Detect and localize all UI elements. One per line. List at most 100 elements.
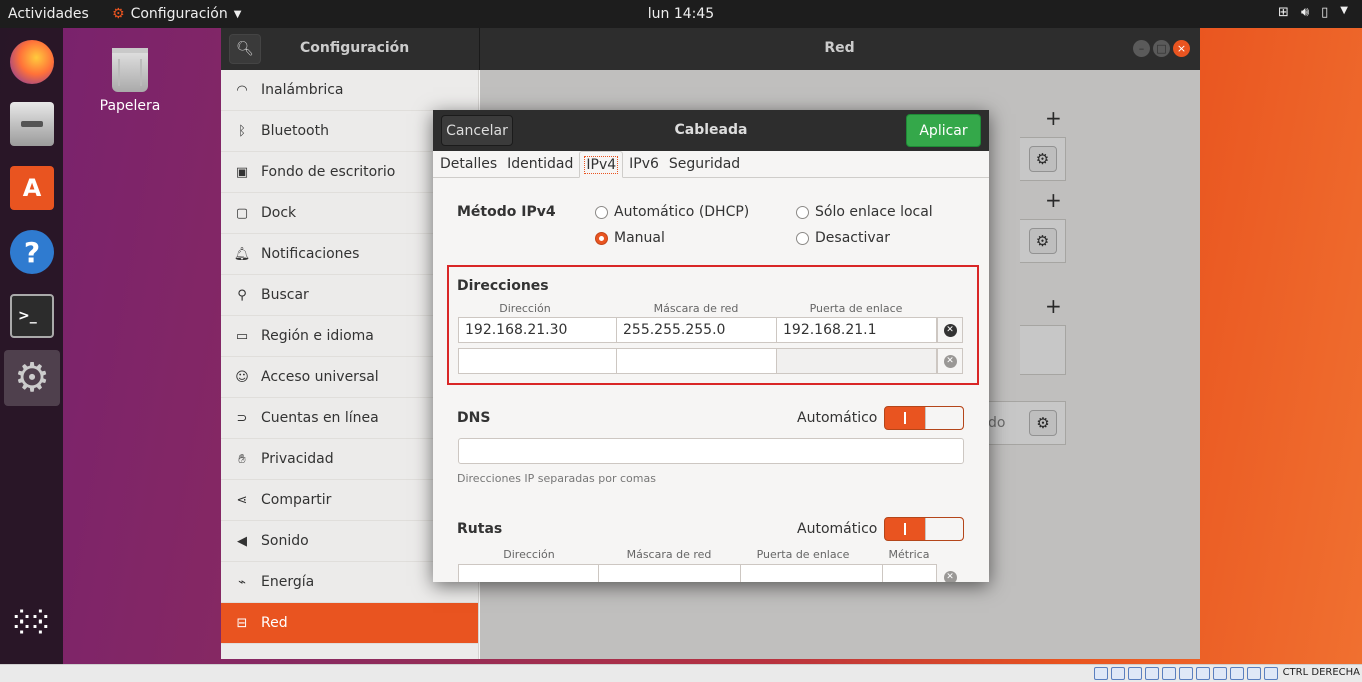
sidebar-item-label: Bluetooth — [261, 123, 329, 139]
hand-icon: ✋︎ — [238, 451, 246, 467]
gateway-input-empty[interactable] — [776, 348, 937, 374]
help-icon: ? — [10, 230, 54, 274]
audio-icon[interactable] — [1128, 667, 1142, 680]
cpu-icon[interactable] — [1230, 667, 1244, 680]
file-cabinet-icon — [10, 102, 54, 146]
network-adapter-icon[interactable] — [1145, 667, 1159, 680]
routes-label: Rutas — [457, 521, 503, 537]
search-button[interactable]: 🔍︎ — [229, 34, 261, 64]
proxy-status-partial: do — [988, 415, 1006, 431]
radio-link-local[interactable]: Sólo enlace local — [796, 204, 933, 220]
add-proxy-icon[interactable]: + — [1045, 294, 1062, 318]
firefox-icon — [10, 40, 54, 84]
maximize-icon[interactable]: □ — [1153, 40, 1170, 57]
wifi-icon: ◠ — [236, 82, 248, 98]
download-icon[interactable] — [1264, 667, 1278, 680]
clock[interactable]: lun 14:45 — [0, 6, 1362, 22]
software-store-icon: A — [10, 166, 54, 210]
tab-detalles[interactable]: Detalles — [436, 151, 501, 178]
sidebar-item-label: Privacidad — [261, 451, 334, 467]
tab-ipv6[interactable]: IPv6 — [625, 151, 663, 178]
window-controls: – □ × — [1133, 40, 1190, 57]
netmask-column-header: Máscara de red — [653, 302, 739, 315]
sidebar-item-label: Fondo de escritorio — [261, 164, 396, 180]
route-gateway-input[interactable] — [740, 564, 883, 582]
speaker-icon: ◀︎ — [237, 533, 247, 549]
sidebar-item-label: Región e idioma — [261, 328, 374, 344]
tab-ipv4[interactable]: IPv4 — [579, 151, 624, 178]
dns-auto-switch[interactable] — [884, 406, 964, 430]
gear-icon[interactable]: ⚙ — [1028, 228, 1057, 254]
apply-button[interactable]: Aplicar — [906, 114, 981, 147]
tab-seguridad[interactable]: Seguridad — [665, 151, 744, 178]
radio-manual[interactable]: Manual — [595, 230, 665, 246]
route-netmask-input[interactable] — [598, 564, 741, 582]
switch-knob — [925, 407, 963, 429]
tab-label: Identidad — [507, 156, 574, 172]
usb-devices-icon[interactable] — [1162, 667, 1176, 680]
gear-icon[interactable]: ⚙ — [1029, 410, 1057, 436]
gateway-input[interactable]: 192.168.21.1 — [776, 317, 937, 343]
chevron-down-icon: ▼ — [1340, 5, 1348, 16]
minimize-icon[interactable]: – — [1133, 40, 1150, 57]
system-tray[interactable]: ⊞ 🔊︎ ▯ ▼ — [1278, 5, 1348, 20]
route-address-input[interactable] — [458, 564, 599, 582]
sidebar-item-label: Buscar — [261, 287, 309, 303]
display-icon[interactable] — [1196, 667, 1210, 680]
video-capture-icon[interactable] — [1213, 667, 1227, 680]
ipv4-method-label: Método IPv4 — [457, 204, 556, 220]
sidebar-item-label: Cuentas en línea — [261, 410, 379, 426]
add-connection-icon[interactable]: + — [1045, 106, 1062, 130]
desktop-trash[interactable]: Papelera — [95, 48, 165, 114]
terminal-icon: >_ — [10, 294, 54, 338]
dock-terminal[interactable]: >_ — [4, 288, 60, 344]
optical-drive-icon[interactable] — [1111, 667, 1125, 680]
sidebar-item-inalambrica[interactable]: ◠ Inalámbrica — [221, 70, 478, 111]
top-bar: Actividades ⚙ Configuración ▼ lun 14:45 … — [0, 0, 1362, 28]
add-vpn-icon[interactable]: + — [1045, 188, 1062, 212]
cancel-button[interactable]: Cancelar — [441, 115, 513, 146]
radio-disable[interactable]: Desactivar — [796, 230, 890, 246]
addresses-label: Direcciones — [457, 278, 549, 294]
shared-folders-icon[interactable] — [1179, 667, 1193, 680]
sidebar-item-label: Red — [261, 615, 288, 631]
route-metric-input[interactable] — [882, 564, 937, 582]
vm-device-icons — [1094, 667, 1278, 680]
sidebar-item-label: Dock — [261, 205, 297, 221]
usb-icon[interactable] — [1094, 667, 1108, 680]
sidebar-item-label: Acceso universal — [261, 369, 379, 385]
routes-auto-switch[interactable] — [884, 517, 964, 541]
route-address-header: Dirección — [503, 548, 555, 561]
tab-identidad[interactable]: Identidad — [503, 151, 577, 178]
address-input-empty[interactable] — [458, 348, 617, 374]
netmask-input-empty[interactable] — [616, 348, 777, 374]
dock-software[interactable]: A — [4, 160, 60, 216]
settings-wrench-icon: ⚙ — [14, 355, 50, 401]
accessibility-icon: ☺ — [235, 369, 249, 385]
sidebar-item-red[interactable]: ⊟ Red — [221, 603, 478, 644]
proxy-settings-card: do ⚙ — [986, 401, 1066, 445]
route-gateway-header: Puerta de enlace — [756, 548, 850, 561]
dock-help[interactable]: ? — [4, 224, 60, 280]
gear-icon[interactable]: ⚙ — [1028, 146, 1057, 172]
proxy-card — [1020, 325, 1066, 375]
dock-firefox[interactable] — [4, 34, 60, 90]
radio-label: Desactivar — [815, 230, 890, 246]
radio-dhcp[interactable]: Automático (DHCP) — [595, 204, 749, 220]
show-applications-button[interactable]: ⁘⁘ ⁘⁘ — [4, 602, 60, 658]
address-input[interactable]: 192.168.21.30 — [458, 317, 617, 343]
dock-settings[interactable]: ⚙ — [4, 350, 60, 406]
dns-input[interactable] — [458, 438, 964, 464]
network-icon: ⊟ — [236, 615, 248, 631]
dock-files[interactable] — [4, 96, 60, 152]
close-icon[interactable]: × — [1173, 40, 1190, 57]
network-status-icon: ⊞ — [1278, 5, 1289, 20]
netmask-input[interactable]: 255.255.255.0 — [616, 317, 777, 343]
online-accounts-icon: ⊃ — [236, 410, 248, 426]
remove-address-button[interactable]: ✕ — [937, 317, 963, 343]
mouse-integration-icon[interactable] — [1247, 667, 1261, 680]
remove-route-button[interactable]: ✕ — [937, 564, 963, 582]
power-icon: ⌁ — [238, 574, 246, 590]
remove-address-button-disabled[interactable]: ✕ — [937, 348, 963, 374]
dns-label: DNS — [457, 410, 491, 426]
